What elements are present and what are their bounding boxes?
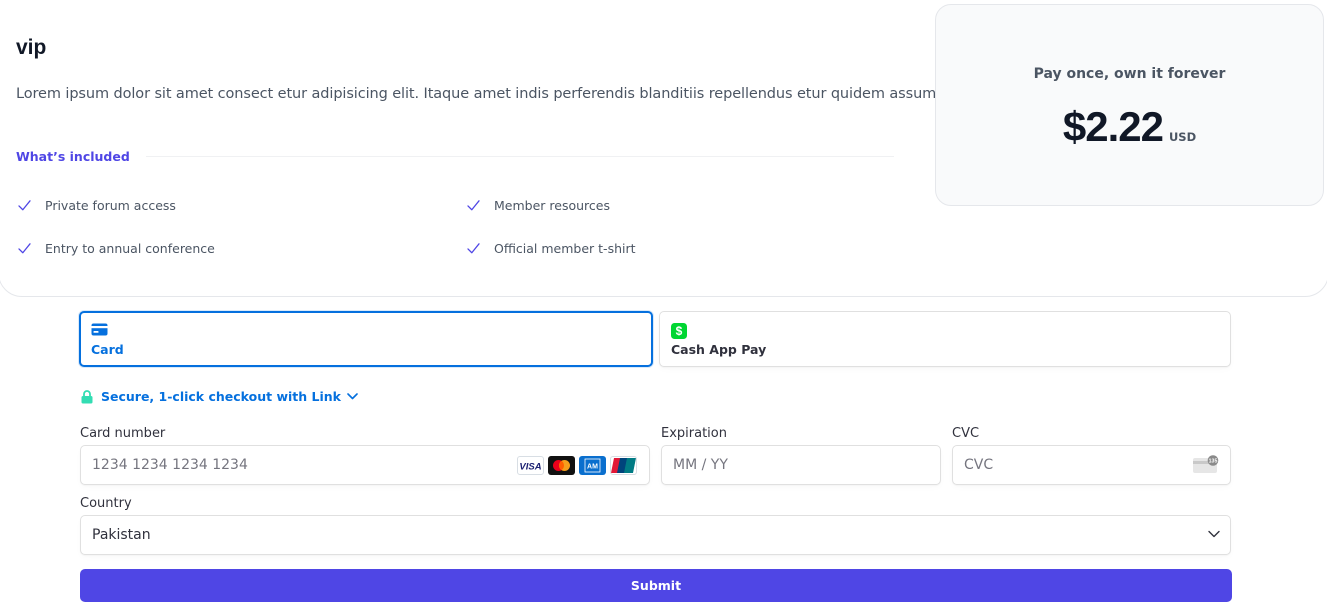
divider — [145, 155, 894, 157]
country-value: Pakistan — [92, 527, 151, 543]
tab-label: Cash App Pay — [671, 342, 767, 357]
feature-item: Member resources — [465, 197, 610, 214]
submit-button[interactable]: Submit — [80, 569, 1232, 602]
included-header: What’s included — [16, 148, 894, 164]
svg-text:$: $ — [676, 324, 683, 338]
unionpay-logo-icon — [610, 456, 637, 475]
feature-label: Member resources — [494, 198, 610, 213]
feature-item: Official member t-shirt — [465, 240, 636, 257]
price: $2.22 USD — [936, 103, 1323, 151]
price-caption: Pay once, own it forever — [1033, 66, 1226, 82]
feature-label: Private forum access — [45, 198, 176, 213]
cvc-field: 135 — [952, 445, 1231, 485]
svg-text:AM: AM — [587, 464, 598, 471]
visa-logo-icon: VISA — [517, 456, 544, 475]
plan-description: Lorem ipsum dolor sit amet consect etur … — [16, 86, 977, 102]
check-icon — [467, 200, 480, 211]
lock-icon — [81, 389, 93, 403]
chevron-down-icon — [347, 393, 358, 400]
svg-text:VISA: VISA — [519, 461, 541, 472]
link-checkout-toggle[interactable]: Secure, 1-click checkout with Link — [81, 389, 358, 404]
card-icon — [91, 323, 108, 341]
price-box: Pay once, own it forever $2.22 USD — [935, 4, 1324, 206]
cvc-input[interactable] — [953, 446, 1230, 484]
feature-label: Official member t-shirt — [494, 241, 636, 256]
feature-item: Private forum access — [16, 197, 176, 214]
payment-tab-cash-app[interactable]: $ Cash App Pay — [659, 311, 1231, 367]
tab-label: Card — [91, 342, 124, 357]
amex-logo-icon: AM — [579, 456, 606, 475]
included-label: What’s included — [16, 148, 130, 164]
mastercard-logo-icon — [548, 456, 575, 475]
expiration-input[interactable] — [662, 446, 940, 484]
card-number-field: VISA AM — [80, 445, 650, 485]
price-amount: $2.22 — [1062, 103, 1164, 150]
card-brand-icons: VISA AM — [517, 456, 637, 475]
card-number-label: Card number — [80, 426, 166, 441]
check-icon — [467, 243, 480, 254]
country-label: Country — [80, 496, 132, 511]
price-currency: USD — [1168, 130, 1197, 144]
cvc-card-icon: 135 — [1192, 455, 1220, 480]
link-label: Secure, 1-click checkout with Link — [101, 389, 341, 404]
cash-app-icon: $ — [671, 323, 687, 344]
payment-tab-card[interactable]: Card — [79, 311, 653, 367]
feature-item: Entry to annual conference — [16, 240, 215, 257]
check-icon — [18, 200, 31, 211]
feature-label: Entry to annual conference — [45, 241, 215, 256]
check-icon — [18, 243, 31, 254]
plan-title: vip — [16, 36, 47, 59]
cvc-label: CVC — [952, 426, 980, 441]
expiration-field — [661, 445, 941, 485]
country-select[interactable]: Pakistan — [80, 515, 1231, 555]
chevron-down-icon — [1208, 530, 1220, 538]
expiration-label: Expiration — [661, 426, 727, 441]
svg-text:135: 135 — [1209, 458, 1218, 464]
